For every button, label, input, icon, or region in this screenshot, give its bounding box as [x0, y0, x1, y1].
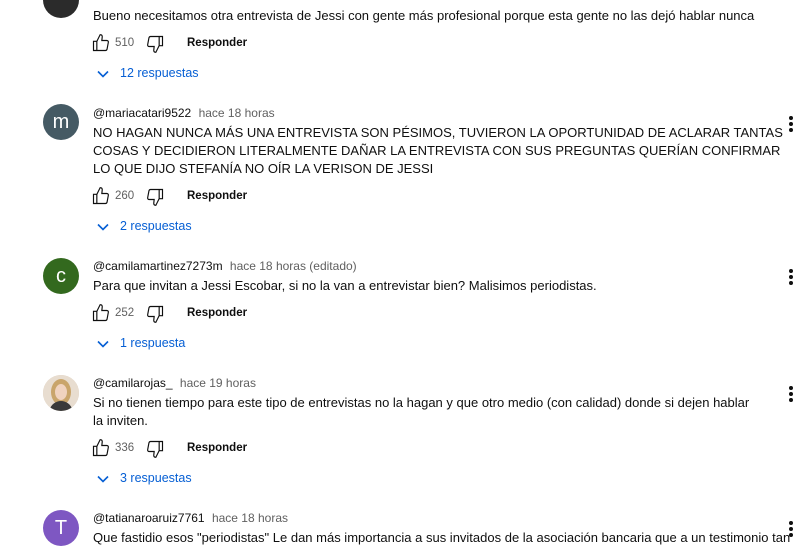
- avatar[interactable]: m: [43, 104, 79, 140]
- chevron-down-icon: [97, 475, 109, 483]
- chevron-down-icon: [97, 223, 109, 231]
- profile-photo: [43, 375, 79, 411]
- reply-button[interactable]: Responder: [187, 37, 247, 49]
- comment-text: Para que invitan a Jessi Escobar, si no …: [93, 278, 597, 293]
- replies-count: 12 respuestas: [120, 66, 199, 80]
- more-options-icon[interactable]: [786, 267, 796, 287]
- timestamp[interactable]: hace 19 horas: [180, 376, 256, 390]
- thumbs-up-icon[interactable]: [91, 33, 111, 53]
- like-count: 336: [115, 442, 135, 454]
- thumbs-down-icon[interactable]: [145, 304, 165, 324]
- like-count: 260: [115, 190, 135, 202]
- chevron-down-icon: [97, 70, 109, 78]
- timestamp[interactable]: hace 18 horas: [212, 511, 288, 525]
- author-name[interactable]: @tatianaroaruiz7761: [93, 511, 205, 525]
- replies-count: 2 respuestas: [120, 219, 192, 233]
- reply-button[interactable]: Responder: [187, 442, 247, 454]
- like-count: 252: [115, 307, 135, 319]
- more-options-icon[interactable]: [786, 114, 796, 134]
- thumbs-up-icon[interactable]: [91, 303, 111, 323]
- thumbs-down-icon[interactable]: [145, 187, 165, 207]
- comment-header: @tatianaroaruiz7761 hace 18 horas: [93, 511, 288, 525]
- avatar[interactable]: T: [43, 510, 79, 546]
- comment-text: NO HAGAN NUNCA MÁS UNA ENTREVISTA SON PÉ…: [93, 125, 783, 176]
- comment-header: @camilamartinez7273m hace 18 horas (edit…: [93, 259, 357, 273]
- comment-text: Bueno necesitamos otra entrevista de Jes…: [93, 8, 755, 23]
- like-count: 510: [115, 37, 135, 49]
- thumbs-up-icon[interactable]: [91, 438, 111, 458]
- comment-text: Que fastidio esos "periodistas" Le dan m…: [93, 530, 791, 545]
- thumbs-down-icon[interactable]: [145, 439, 165, 459]
- thumbs-down-icon[interactable]: [145, 34, 165, 54]
- author-name[interactable]: @camilamartinez7273m: [93, 259, 223, 273]
- thumbs-up-icon[interactable]: [91, 186, 111, 206]
- replies-count: 1 respuesta: [120, 336, 186, 350]
- chevron-down-icon: [97, 340, 109, 348]
- comment-header: @mariacatari9522 hace 18 horas: [93, 106, 275, 120]
- comment-header: @camilarojas_ hace 19 horas: [93, 376, 256, 390]
- reply-button[interactable]: Responder: [187, 307, 247, 319]
- more-options-icon[interactable]: [786, 384, 796, 404]
- avatar[interactable]: [43, 375, 79, 411]
- timestamp[interactable]: hace 18 horas (editado): [230, 259, 357, 273]
- timestamp[interactable]: hace 18 horas: [199, 106, 275, 120]
- avatar[interactable]: [43, 0, 79, 18]
- author-name[interactable]: @camilarojas_: [93, 376, 173, 390]
- reply-button[interactable]: Responder: [187, 190, 247, 202]
- author-name[interactable]: @mariacatari9522: [93, 106, 191, 120]
- replies-count: 3 respuestas: [120, 471, 192, 485]
- comment-text: Si no tienen tiempo para este tipo de en…: [93, 395, 750, 428]
- avatar[interactable]: c: [43, 258, 79, 294]
